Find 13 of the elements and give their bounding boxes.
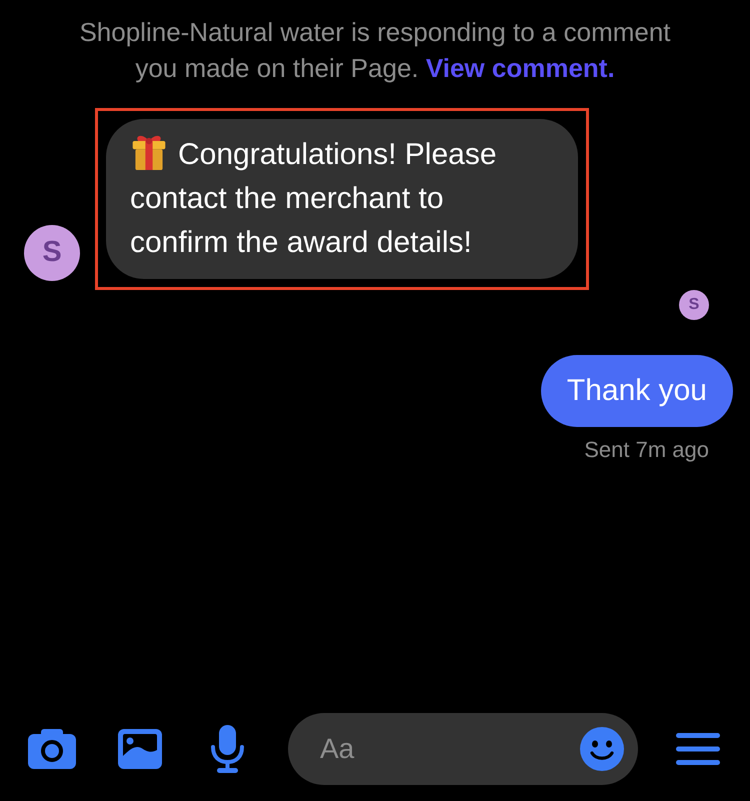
smiley-icon[interactable] — [580, 727, 624, 771]
message-bubble: Congratulations! Please contact the merchant to confirm the award details! — [106, 119, 578, 279]
sent-message-bubble: Thank you — [540, 355, 733, 427]
read-receipt-avatar: S — [679, 290, 709, 320]
image-icon[interactable] — [118, 729, 162, 769]
sender-avatar: S — [24, 225, 80, 281]
camera-icon[interactable] — [28, 729, 76, 769]
notice-text: Shopline-Natural water is responding to a comment you made on their Page. View comment. — [78, 16, 672, 85]
view-comment-link[interactable]: View comment. — [426, 53, 615, 83]
sent-status: Sent 7m ago — [584, 436, 709, 464]
message-input-field[interactable]: Aa — [288, 713, 638, 785]
menu-icon[interactable] — [676, 733, 720, 765]
microphone-icon[interactable] — [210, 725, 245, 773]
